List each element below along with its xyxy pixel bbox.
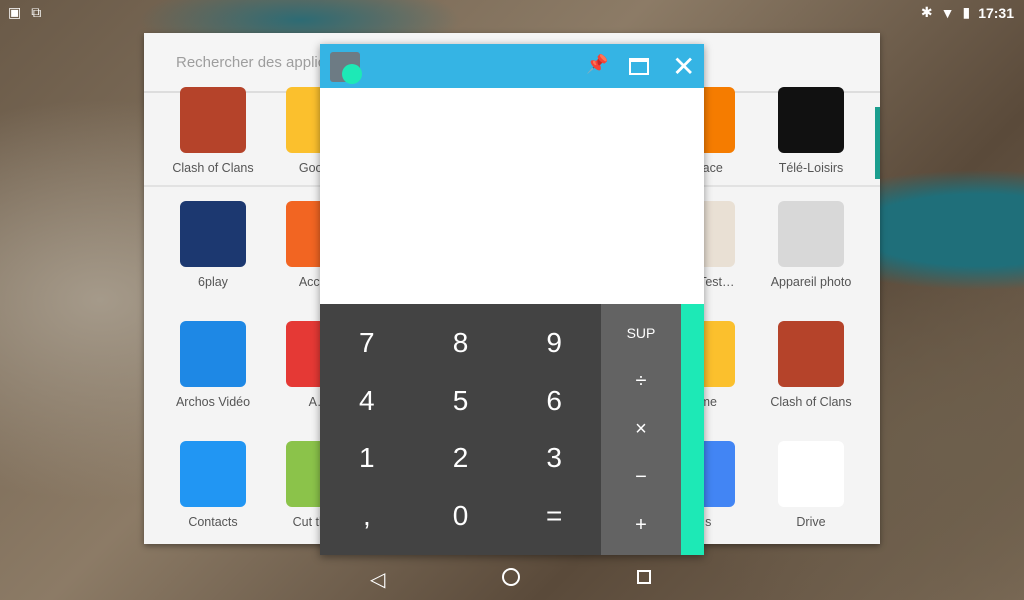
key-4[interactable]: 5 (414, 372, 508, 430)
app-item[interactable]: Clash of Clans (756, 321, 866, 409)
title-bar[interactable]: 📌 ✕ (320, 44, 704, 88)
calculator-display (320, 88, 704, 304)
app-item[interactable]: Drive (756, 441, 866, 529)
back-icon[interactable]: ◁ (370, 567, 385, 592)
battery-icon: ▮ (962, 4, 971, 20)
status-bar: ▣ ⧉ ✱ ▼ ▮ 17:31 (0, 0, 1024, 24)
key-10[interactable]: 0 (414, 487, 508, 545)
key-6[interactable]: 1 (320, 430, 414, 488)
key-2[interactable]: 9 (507, 314, 601, 372)
app-item[interactable]: 6play (158, 201, 268, 289)
gallery-icon: ▣ (8, 4, 22, 20)
recents-icon[interactable] (637, 570, 651, 584)
key-3[interactable]: 4 (320, 372, 414, 430)
pin-icon[interactable]: 📌 (586, 54, 608, 75)
app-label: Archos Vidéo (175, 395, 251, 409)
app-icon (180, 201, 246, 267)
operator-key[interactable]: × (601, 405, 681, 453)
app-label: Contacts (188, 515, 238, 529)
app-item[interactable]: Télé-Loisirs (756, 87, 866, 175)
delete-button[interactable]: SUP (601, 309, 681, 357)
wifi-icon: ▼ (940, 4, 955, 21)
key-8[interactable]: 3 (507, 430, 601, 488)
bluetooth-icon: ✱ (920, 4, 933, 20)
key-9[interactable]: , (320, 487, 414, 545)
app-label: 6play (198, 275, 228, 289)
app-item[interactable]: Contacts (158, 441, 268, 529)
app-item[interactable]: Clash of Clans (158, 87, 268, 175)
key-11[interactable]: = (507, 487, 601, 545)
app-icon (180, 87, 246, 153)
close-icon[interactable]: ✕ (672, 50, 695, 83)
app-label: Appareil photo (770, 275, 852, 289)
calculator-window: 📌 ✕ 7 8 9 4 5 6 1 2 3, 0 = SUP ÷ × − + (320, 44, 704, 555)
operator-key[interactable]: ÷ (601, 357, 681, 405)
app-label: Télé-Loisirs (778, 161, 844, 175)
key-1[interactable]: 8 (414, 314, 508, 372)
app-label: Drive (796, 515, 826, 529)
key-0[interactable]: 7 (320, 314, 414, 372)
app-label: Clash of Clans (770, 395, 852, 409)
app-icon (778, 87, 844, 153)
app-icon (180, 321, 246, 387)
advanced-panel-handle[interactable] (681, 304, 704, 555)
app-item[interactable]: Archos Vidéo (158, 321, 268, 409)
key-5[interactable]: 6 (507, 372, 601, 430)
home-icon[interactable] (502, 568, 520, 586)
app-icon (180, 441, 246, 507)
clock: 17:31 (978, 4, 1014, 21)
app-item[interactable]: Appareil photo (756, 201, 866, 289)
operator-key[interactable]: − (601, 454, 681, 502)
app-label: Clash of Clans (172, 161, 254, 175)
app-icon (778, 441, 844, 507)
screenshot-icon: ⧉ (31, 4, 42, 20)
calculator-app-icon (330, 52, 362, 84)
maximize-icon[interactable] (629, 58, 649, 75)
app-icon (778, 201, 844, 267)
navigation-bar: ◁ (0, 555, 1024, 600)
app-icon (778, 321, 844, 387)
scrollbar[interactable] (875, 107, 880, 179)
operator-key[interactable]: + (601, 502, 681, 550)
key-7[interactable]: 2 (414, 430, 508, 488)
